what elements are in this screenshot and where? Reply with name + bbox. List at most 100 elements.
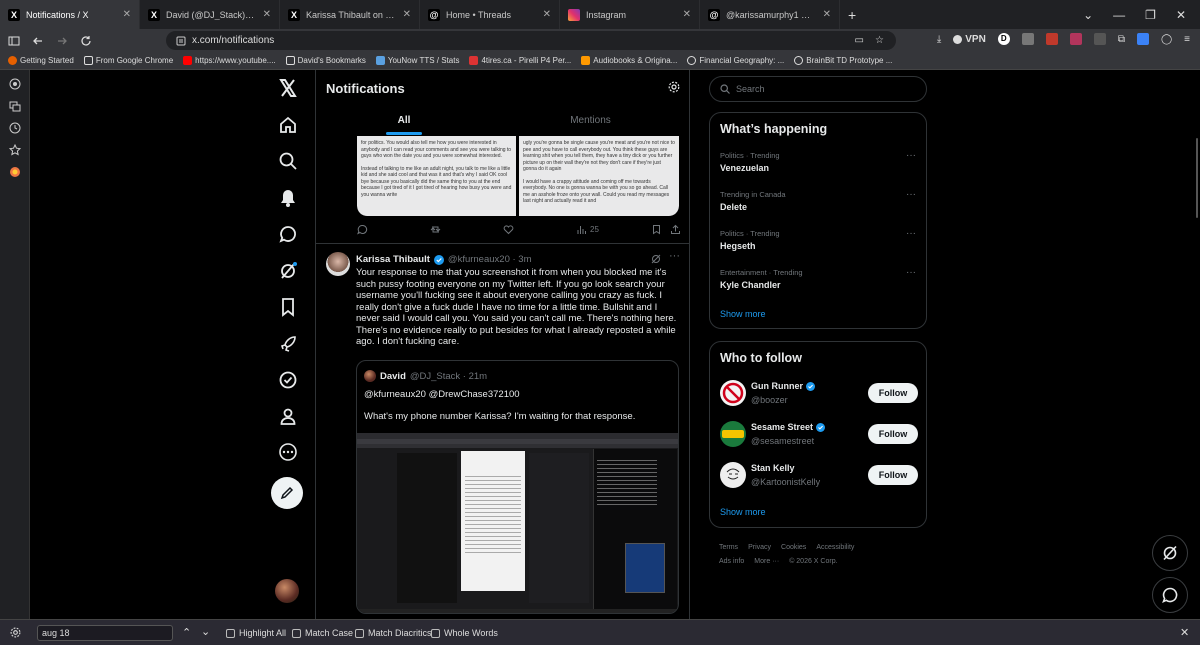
reload-icon[interactable] — [80, 35, 92, 47]
history-icon[interactable] — [9, 122, 21, 134]
minimize-icon[interactable]: — — [1113, 8, 1125, 22]
bookmark-item[interactable]: https://www.youtube.... — [183, 56, 276, 65]
close-icon[interactable]: ✕ — [403, 9, 411, 20]
footer-link[interactable]: Accessibility — [816, 541, 854, 555]
share-icon[interactable] — [670, 224, 681, 235]
browser-tab[interactable]: Instagram ✕ — [560, 0, 700, 29]
profile-icon[interactable]: ◯ — [1161, 34, 1172, 45]
trend-item[interactable]: Politics · Trending Venezuelan — [720, 151, 780, 173]
grok-icon[interactable] — [651, 254, 661, 264]
find-settings-gear-icon[interactable] — [10, 627, 21, 638]
follow-suggestion[interactable]: Stan Kelly @KartoonistKelly Follow — [710, 460, 926, 490]
more-options-icon[interactable]: ··· — [906, 189, 916, 200]
quoted-post[interactable]: David @DJ_Stack · 21m @kfurneaux20 @Drew… — [356, 360, 679, 614]
follow-button[interactable]: Follow — [868, 383, 918, 403]
author-handle[interactable]: @kfurneaux20 · 3m — [448, 254, 532, 265]
follow-suggestion[interactable]: Sesame Street @sesamestreet Follow — [710, 419, 926, 449]
extensions-puzzle-icon[interactable]: ⧉ — [1118, 34, 1125, 45]
profile-icon[interactable] — [278, 406, 298, 426]
more-options-icon[interactable]: ··· — [906, 267, 916, 278]
footer-link[interactable]: More ··· — [754, 555, 779, 569]
grok-floating-button[interactable] — [1152, 535, 1188, 571]
grok-icon[interactable] — [278, 261, 298, 281]
more-options-icon[interactable]: ··· — [906, 150, 916, 161]
bookmark-item[interactable]: BrainBit TD Prototype ... — [794, 56, 892, 65]
browser-tab[interactable]: X Karissa Thibault on X: "Finally p ✕ — [280, 0, 420, 29]
menu-icon[interactable]: ≡ — [1184, 34, 1190, 45]
restore-icon[interactable]: ❐ — [1145, 8, 1156, 22]
x-logo-icon[interactable] — [278, 78, 298, 98]
new-tab-icon[interactable]: + — [840, 0, 864, 29]
browser-tab[interactable]: X Notifications / X ✕ — [0, 0, 140, 29]
forward-icon[interactable] — [56, 35, 68, 47]
quoted-avatar[interactable] — [364, 370, 376, 382]
find-previous-icon[interactable]: ⌃ — [182, 626, 191, 639]
trend-item[interactable]: Trending in Canada Delete — [720, 190, 786, 212]
avatar[interactable] — [720, 380, 746, 406]
page-scrollbar[interactable] — [1196, 138, 1198, 218]
notifications-bell-icon[interactable] — [278, 188, 298, 208]
post-attached-image[interactable]: for politics. You would also tell me how… — [357, 136, 679, 216]
footer-link[interactable]: Privacy — [748, 541, 771, 555]
close-icon[interactable]: ✕ — [543, 9, 551, 20]
footer-link[interactable]: Cookies — [781, 541, 806, 555]
messages-floating-button[interactable] — [1152, 577, 1188, 613]
match-diacritics-checkbox[interactable]: Match Diacritics — [355, 628, 432, 638]
quoted-screenshot-image[interactable] — [357, 433, 678, 613]
sidebar-toggle-icon[interactable] — [8, 35, 20, 47]
page-info-icon[interactable] — [176, 36, 186, 46]
bookmark-item[interactable]: Audiobooks & Origina... — [581, 56, 677, 65]
whole-words-checkbox[interactable]: Whole Words — [431, 628, 498, 638]
extension-d-icon[interactable]: D — [997, 33, 1010, 45]
tab-mentions[interactable]: Mentions — [492, 115, 689, 126]
close-icon[interactable]: ✕ — [123, 9, 131, 20]
follow-suggestion[interactable]: Gun Runner @boozer Follow — [710, 378, 926, 408]
extension-color-icon[interactable] — [9, 166, 21, 178]
find-input[interactable]: aug 18 — [37, 625, 173, 641]
post-item[interactable]: Karissa Thibault @kfurneaux20 · 3m ··· Y… — [316, 244, 689, 619]
more-options-icon[interactable]: ··· — [669, 250, 680, 262]
show-more-link[interactable]: Show more — [720, 309, 766, 319]
avatar[interactable] — [720, 421, 746, 447]
follow-button[interactable]: Follow — [868, 465, 918, 485]
close-icon[interactable]: ✕ — [683, 9, 691, 20]
extension-red-icon[interactable] — [1045, 33, 1058, 45]
close-find-bar-icon[interactable]: ✕ — [1180, 626, 1189, 639]
bookmark-item[interactable]: 4tires.ca - Pirelli P4 Per... — [469, 56, 571, 65]
bookmark-item[interactable]: Getting Started — [8, 56, 74, 65]
rocket-icon[interactable] — [278, 334, 298, 354]
browser-tab[interactable]: @ @karissamurphy1 What's my pl ✕ — [700, 0, 840, 29]
url-field[interactable]: x.com/notifications ▭ ☆ — [166, 31, 896, 50]
footer-link[interactable]: Terms — [719, 541, 738, 555]
bookmark-item[interactable]: YouNow TTS / Stats — [375, 56, 459, 65]
follow-button[interactable]: Follow — [868, 424, 918, 444]
footer-link[interactable]: Ads info — [719, 555, 744, 569]
extension-dark-icon[interactable] — [1093, 33, 1106, 45]
extension-pink-icon[interactable] — [1069, 33, 1082, 45]
ai-chatbot-icon[interactable] — [9, 78, 21, 90]
reader-view-icon[interactable]: ▭ — [855, 35, 864, 46]
avatar[interactable] — [720, 462, 746, 488]
bookmark-item[interactable]: Financial Geography: ... — [687, 56, 784, 65]
vpn-button[interactable]: VPN — [953, 34, 986, 45]
close-icon[interactable]: ✕ — [823, 9, 831, 20]
search-icon[interactable] — [278, 151, 298, 171]
browser-tab[interactable]: X David (@DJ_Stack) / X ✕ — [140, 0, 280, 29]
trend-item[interactable]: Entertainment · Trending Kyle Chandler — [720, 268, 803, 290]
settings-gear-icon[interactable] — [668, 81, 680, 93]
back-icon[interactable] — [32, 35, 44, 47]
bookmark-folder[interactable]: From Google Chrome — [83, 56, 173, 65]
synced-tabs-icon[interactable] — [9, 100, 21, 112]
extension-blue-icon[interactable] — [1136, 33, 1149, 45]
chevron-down-icon[interactable]: ⌄ — [1083, 8, 1093, 22]
views-chart-icon[interactable] — [576, 224, 587, 235]
compose-post-button[interactable] — [271, 477, 303, 509]
like-heart-icon[interactable] — [503, 224, 514, 235]
avatar[interactable] — [326, 252, 350, 276]
search-box[interactable]: Search — [709, 76, 927, 102]
more-circle-icon[interactable] — [278, 442, 298, 462]
bookmark-icon[interactable] — [651, 224, 662, 235]
home-icon[interactable] — [278, 115, 298, 135]
author-name[interactable]: Karissa Thibault — [356, 254, 430, 265]
downloads-icon[interactable]: ⤓ — [937, 34, 941, 45]
